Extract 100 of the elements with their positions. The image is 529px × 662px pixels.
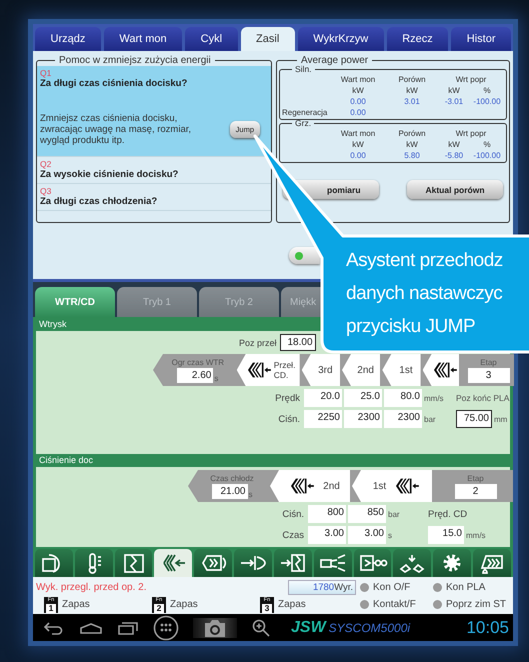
value-field[interactable]: 3.00 (348, 526, 386, 544)
question-code: Q3 (40, 186, 52, 196)
nozzle-spray-icon (318, 552, 348, 574)
toolbar-button[interactable] (473, 549, 511, 577)
value-field[interactable]: 80.0 (384, 389, 422, 407)
stage-segment: 2nd (342, 354, 380, 386)
group-title: Grz. (294, 118, 312, 128)
screw-arrow-icon (289, 477, 316, 495)
value-text: 5.80 (403, 151, 421, 160)
value-field[interactable]: 15.0 (428, 526, 464, 544)
value-text: 3.01 (403, 97, 421, 106)
tab[interactable]: Histor (451, 27, 512, 51)
unit-label: kW (447, 140, 461, 149)
tab[interactable]: WykrKrzyw (298, 27, 384, 51)
product-name: SYSCOM5000i (328, 620, 410, 634)
section-title: Wtrysk (39, 319, 66, 329)
action-button[interactable]: Aktual porówn (407, 180, 503, 199)
column-header: Porówn (397, 129, 427, 138)
value-field[interactable]: 20.0 (304, 389, 342, 407)
toolbar-button[interactable] (274, 549, 312, 577)
question-code: Q1 (40, 68, 52, 78)
camera-button[interactable] (193, 618, 237, 638)
toolbar-button[interactable] (35, 549, 73, 577)
lamp-label: Poprz zim ST (446, 599, 506, 610)
unit-label: % (482, 86, 492, 95)
tab[interactable]: Zasil (240, 27, 295, 51)
toolbar-button[interactable] (114, 549, 152, 577)
toolbar-button[interactable] (393, 549, 432, 577)
toolbar-button[interactable] (354, 549, 392, 577)
value-field[interactable]: 850 (348, 505, 386, 523)
section-title: Ciśnienie doc (39, 455, 94, 465)
unit-label: kW (351, 140, 365, 149)
column-header: Wart mon (340, 129, 376, 138)
value-field[interactable]: 2.60 (177, 368, 214, 382)
question-text: Za długi czas ciśnienia docisku? (40, 78, 188, 89)
unit-label: bar (424, 414, 437, 424)
stage-label: 2nd (323, 480, 340, 492)
value-field[interactable]: 3 (468, 368, 510, 382)
spare-label: Zapas (62, 599, 90, 610)
toolbar-button[interactable] (314, 549, 352, 577)
value-field[interactable]: 25.0 (344, 389, 382, 407)
row-label: Ciśn. (277, 414, 301, 424)
unit-label: mm (494, 414, 508, 424)
apps-button[interactable] (153, 614, 179, 640)
callout-text: Asystent przechodz danych nastawczyc przycisku JUMP (346, 249, 503, 339)
zoom-button[interactable] (251, 618, 271, 638)
tab[interactable]: Wart mon (104, 27, 182, 51)
value-field[interactable]: 2 (454, 484, 496, 498)
field-label: Pręd. CD (428, 508, 468, 520)
help-item[interactable]: Q3 Za długi czas chłodzenia? (37, 184, 271, 211)
field-label: Poz przeł (239, 338, 277, 348)
camera-icon (203, 618, 227, 638)
value-field[interactable]: 75.00 (456, 410, 492, 428)
toolbar-button[interactable] (74, 549, 113, 577)
stage-label: 1st (372, 480, 386, 492)
unit-label: kW (447, 86, 461, 95)
value-field[interactable]: 2300 (344, 410, 382, 428)
tab[interactable]: Urządz (35, 27, 101, 51)
value-field[interactable]: 21.00 (212, 484, 248, 498)
unit-label: bar (388, 510, 401, 518)
value-field[interactable]: 2250 (304, 410, 342, 428)
value-text: -100.00 (472, 151, 502, 160)
stage-segment: 3rd (302, 354, 340, 386)
row-label: Czas (281, 530, 305, 540)
clock-time: 10:05 (466, 618, 509, 638)
value-field[interactable]: 2300 (384, 410, 422, 428)
value-field[interactable]: 800 (308, 505, 346, 523)
back-button[interactable] (43, 620, 65, 634)
row-label: Prędk (274, 392, 301, 404)
screw-arrow-icon (394, 477, 420, 495)
lamp-label: Kon O/F (373, 582, 410, 592)
row-label: Regeneracja (282, 108, 328, 117)
toolbar-button[interactable] (194, 549, 232, 577)
value-field[interactable]: 3.00 (308, 526, 346, 544)
spare-label: Zapas (278, 599, 306, 610)
recent-apps-icon (117, 620, 139, 634)
toolbar-button[interactable] (154, 549, 192, 577)
toolbar-button[interactable] (433, 549, 472, 577)
tab[interactable]: Rzecz (386, 27, 448, 51)
column-header: Porówn (397, 75, 427, 84)
spare-label: Zapas (170, 599, 198, 610)
recent-apps-button[interactable] (117, 620, 139, 634)
apps-grid-icon (153, 614, 179, 640)
value-text: -3.01 (444, 97, 464, 106)
toolbar-button[interactable] (234, 549, 272, 577)
value-text: -100.00 (472, 97, 502, 106)
column-header: Wrt popr (454, 75, 488, 84)
field-label: Etap (480, 358, 497, 368)
value-field[interactable]: 18.00 (280, 334, 316, 351)
back-icon (43, 620, 65, 634)
home-button[interactable] (79, 622, 103, 634)
unit-label: s (248, 490, 252, 498)
tab[interactable]: Cykl (185, 27, 238, 51)
group-title: Siln. (294, 64, 312, 74)
screw-arrow-icon (246, 361, 272, 379)
lamp-label: Kon PLA (446, 582, 486, 592)
field-label: Czas chłodz (210, 474, 254, 484)
unit-label: kW (405, 140, 419, 149)
mold-chain-icon (358, 552, 388, 574)
question-text: Za długi czas chłodzenia? (40, 196, 158, 207)
